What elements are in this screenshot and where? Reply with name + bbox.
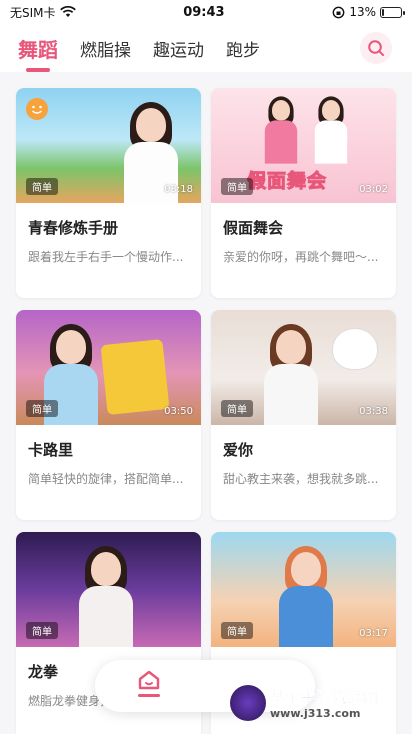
battery-percent: 13% <box>349 5 376 19</box>
video-card[interactable]: 简单 03:18 青春修炼手册 跟着我左手右手一个慢动作... <box>16 88 201 298</box>
dancer-figure <box>256 324 326 425</box>
site-watermark: 基伞手游资源网 www.j313.com <box>230 676 410 730</box>
active-indicator <box>138 694 160 697</box>
dancer-figure <box>310 96 352 164</box>
search-button[interactable] <box>360 32 392 64</box>
home-icon <box>138 670 160 690</box>
tab-dance[interactable]: 舞蹈 <box>18 34 58 72</box>
difficulty-badge: 简单 <box>26 178 58 195</box>
video-thumbnail: 简单 03:50 <box>16 310 201 425</box>
carrier-label: 无SIM卡 <box>10 5 56 20</box>
video-card[interactable]: 假面舞会 简单 03:02 假面舞会 亲爱的你呀，再跳个舞吧～... <box>211 88 396 298</box>
difficulty-badge: 简单 <box>221 622 253 639</box>
video-description: 甜心教主来袭，想我就多跳... <box>223 472 379 486</box>
status-bar: 无SIM卡 09:43 13% <box>0 0 412 24</box>
search-icon <box>368 40 384 56</box>
video-thumbnail: 简单 <box>16 532 201 647</box>
video-grid: 简单 03:18 青春修炼手册 跟着我左手右手一个慢动作... 假面舞会 简单 … <box>0 72 412 734</box>
video-duration: 03:50 <box>164 406 193 417</box>
video-duration: 03:38 <box>359 406 388 417</box>
dancer-figure <box>260 96 302 164</box>
video-thumbnail: 简单 03:18 <box>16 88 201 203</box>
video-description: 亲爱的你呀，再跳个舞吧～... <box>223 250 379 264</box>
difficulty-badge: 简单 <box>26 622 58 639</box>
dancer-figure <box>271 546 341 647</box>
cat-mascot <box>332 328 378 370</box>
clock: 09:43 <box>183 4 225 20</box>
orientation-lock-icon <box>332 6 345 18</box>
video-thumbnail: 假面舞会 简单 03:02 <box>211 88 396 203</box>
video-thumbnail: 简单 03:38 <box>211 310 396 425</box>
video-duration: 03:02 <box>359 184 388 195</box>
tab-fat-burning[interactable]: 燃脂操 <box>80 36 131 61</box>
tab-fun-sports[interactable]: 趣运动 <box>153 36 204 61</box>
video-title: 青春修炼手册 <box>28 219 119 237</box>
video-card[interactable]: 简单 03:50 卡路里 简单轻快的旋律，搭配简单... <box>16 310 201 520</box>
dancer-figure <box>71 546 141 647</box>
video-description: 简单轻快的旋律，搭配简单... <box>28 472 184 486</box>
tab-running[interactable]: 跑步 <box>226 36 260 61</box>
wifi-icon <box>59 6 76 17</box>
poster-title: 假面舞会 <box>246 170 328 193</box>
watermark-logo-icon <box>230 685 266 721</box>
video-title: 卡路里 <box>28 441 74 459</box>
sun-icon <box>26 98 48 120</box>
difficulty-badge: 简单 <box>221 178 253 195</box>
video-description: 跟着我左手右手一个慢动作... <box>28 250 184 264</box>
category-tabs: 舞蹈 燃脂操 趣运动 跑步 <box>0 24 412 72</box>
difficulty-badge: 简单 <box>26 400 58 417</box>
battery-icon <box>379 6 405 18</box>
video-duration: 03:18 <box>164 184 193 195</box>
video-title: 假面舞会 <box>223 219 284 237</box>
video-duration: 03:17 <box>359 628 388 639</box>
watermark-url: www.j313.com <box>270 707 361 720</box>
cheese-decoration <box>100 338 170 416</box>
video-thumbnail: 简单 03:17 <box>211 532 396 647</box>
difficulty-badge: 简单 <box>221 400 253 417</box>
video-title: 爱你 <box>223 441 254 459</box>
video-title <box>211 647 396 661</box>
home-nav-button[interactable] <box>131 670 167 702</box>
watermark-title: 基伞手游资源网 <box>270 688 379 707</box>
video-card[interactable]: 简单 03:38 爱你 甜心教主来袭，想我就多跳... <box>211 310 396 520</box>
